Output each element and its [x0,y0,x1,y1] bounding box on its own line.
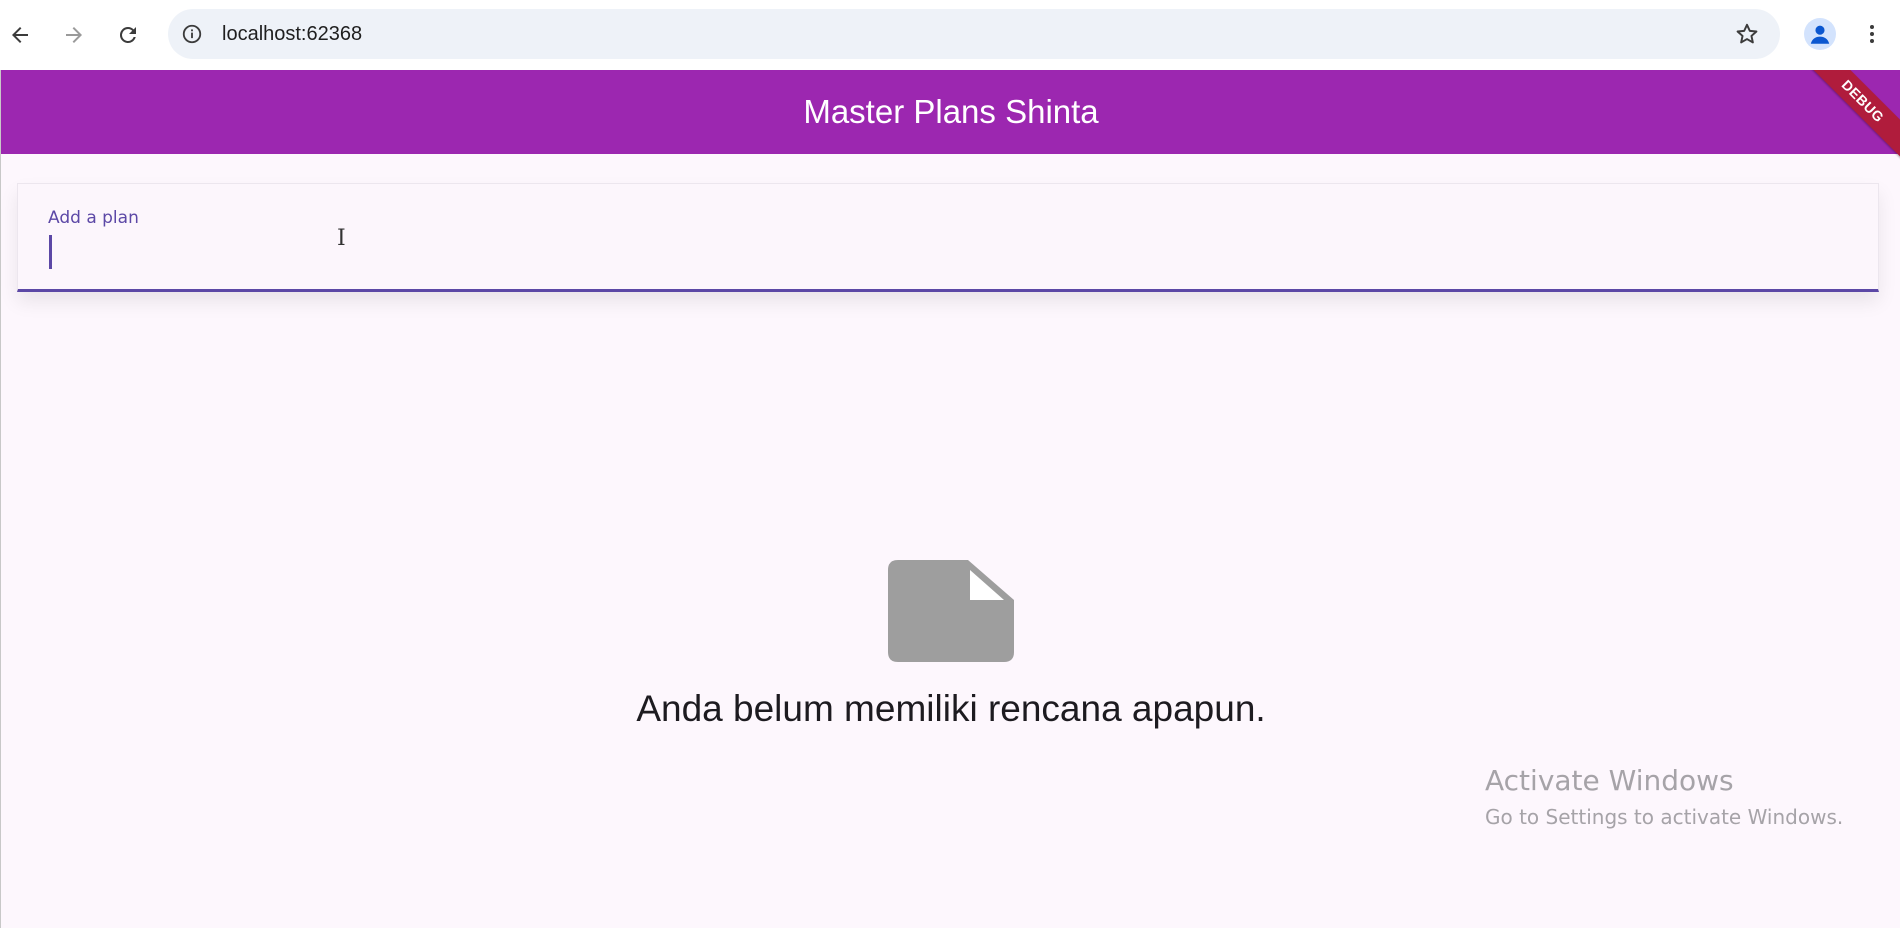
watermark-subtitle: Go to Settings to activate Windows. [1485,805,1844,829]
star-icon[interactable] [1734,21,1760,47]
app-bar: Master Plans Shinta [1,70,1900,154]
watermark-title: Activate Windows [1485,764,1734,797]
mouse-text-cursor-icon: I [337,226,346,251]
forward-arrow-icon [66,27,82,43]
add-plan-card: Add a plan [17,183,1879,292]
profile-icon[interactable] [1804,18,1836,50]
browser-toolbar: localhost:62368 [0,0,1900,70]
note-icon [888,560,1014,662]
more-vert-icon[interactable] [1860,18,1884,50]
address-bar[interactable]: localhost:62368 [168,9,1780,59]
windows-activation-watermark: Activate Windows Go to Settings to activ… [1485,764,1843,829]
add-plan-label: Add a plan [48,208,139,228]
app-title: Master Plans Shinta [803,93,1099,130]
reload-button[interactable] [108,15,148,55]
app-viewport: Master Plans Shinta DEBUG Add a plan I A… [0,70,1900,928]
add-plan-input[interactable] [48,232,1848,272]
url-text: localhost:62368 [222,23,363,45]
empty-state-message: Anda belum memiliki rencana apapun. [636,688,1266,729]
back-button[interactable] [0,15,40,55]
reload-icon [119,26,136,43]
forward-button[interactable] [54,15,94,55]
empty-state: Anda belum memiliki rencana apapun. [1,560,1900,730]
text-caret [49,235,52,269]
back-arrow-icon [12,27,28,43]
info-icon[interactable] [180,22,204,46]
